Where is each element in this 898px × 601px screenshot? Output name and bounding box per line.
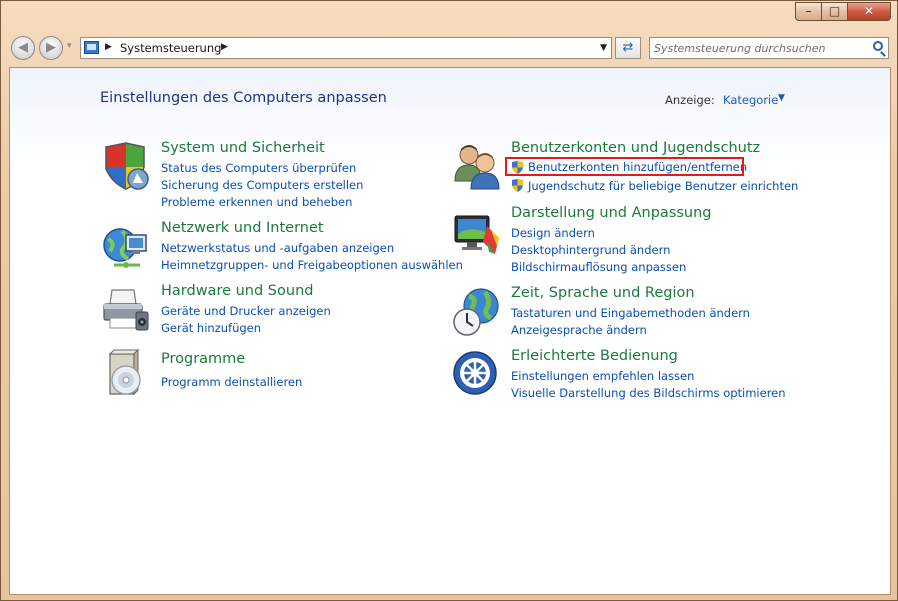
category-heading-network-internet[interactable]: Netzwerk und Internet (161, 220, 324, 236)
caption-buttons: – □ ✕ (795, 2, 891, 21)
refresh-button[interactable]: ⇄ (615, 37, 641, 59)
close-button[interactable]: ✕ (847, 2, 891, 21)
network-icon[interactable] (100, 221, 152, 273)
chevron-down-icon[interactable]: ▼ (778, 93, 785, 103)
display-icon[interactable] (451, 208, 503, 260)
link-display-language[interactable]: Anzeigesprache ändern (511, 323, 647, 337)
navigation-bar: ◀ ▶ ▾ ▶ Systemsteuerung ▶ ▼ ⇄ (9, 35, 889, 63)
breadcrumb-separator-icon[interactable]: ▶ (105, 42, 112, 52)
recent-pages-dropdown[interactable]: ▾ (67, 41, 72, 51)
category-heading-user-accounts[interactable]: Benutzerkonten und Jugendschutz (511, 140, 760, 156)
address-bar[interactable]: ▶ Systemsteuerung ▶ ▼ (80, 37, 612, 59)
category-heading-system-security[interactable]: System und Sicherheit (161, 140, 325, 156)
search-input[interactable] (654, 40, 862, 56)
minimize-button[interactable]: – (795, 2, 821, 21)
search-icon[interactable] (873, 41, 883, 51)
printer-icon[interactable] (100, 284, 152, 336)
breadcrumb-separator-icon[interactable]: ▶ (221, 42, 228, 52)
control-panel-icon (84, 41, 99, 54)
globe-clock-icon[interactable] (451, 286, 503, 338)
link-uninstall-program[interactable]: Programm deinstallieren (161, 375, 302, 389)
category-heading-ease-of-access[interactable]: Erleichterte Bedienung (511, 348, 678, 364)
category-heading-hardware-sound[interactable]: Hardware und Sound (161, 283, 313, 299)
uac-shield-icon (512, 179, 523, 192)
highlight-box (505, 157, 744, 176)
link-devices-printers[interactable]: Geräte und Drucker anzeigen (161, 304, 331, 318)
link-screen-resolution[interactable]: Bildschirmauflösung anpassen (511, 260, 686, 274)
link-change-theme[interactable]: Design ändern (511, 226, 595, 240)
link-recommend-settings[interactable]: Einstellungen empfehlen lassen (511, 369, 694, 383)
category-heading-appearance[interactable]: Darstellung und Anpassung (511, 205, 712, 221)
link-check-status[interactable]: Status des Computers überprüfen (161, 161, 356, 175)
link-optimize-visual-display[interactable]: Visuelle Darstellung des Bildschirms opt… (511, 386, 786, 400)
link-homegroup[interactable]: Heimnetzgruppen- und Freigabeoptionen au… (161, 258, 463, 272)
page-title: Einstellungen des Computers anpassen (100, 90, 387, 106)
link-backup[interactable]: Sicherung des Computers erstellen (161, 178, 363, 192)
users-icon[interactable] (451, 141, 503, 193)
link-network-status[interactable]: Netzwerkstatus und -aufgaben anzeigen (161, 241, 394, 255)
address-dropdown-icon[interactable]: ▼ (600, 43, 607, 53)
search-box[interactable] (649, 37, 889, 59)
link-keyboards-input[interactable]: Tastaturen und Eingabemethoden ändern (511, 306, 750, 320)
category-heading-clock-language-region[interactable]: Zeit, Sprache und Region (511, 285, 695, 301)
link-add-device[interactable]: Gerät hinzufügen (161, 321, 261, 335)
accessibility-icon[interactable] (451, 349, 503, 401)
content-pane: Einstellungen des Computers anpassen Anz… (9, 67, 891, 595)
maximize-button[interactable]: □ (821, 2, 847, 21)
link-parental-controls[interactable]: Jugendschutz für beliebige Benutzer einr… (528, 179, 798, 193)
back-button[interactable]: ◀ (11, 36, 35, 60)
forward-button[interactable]: ▶ (39, 36, 63, 60)
view-mode-dropdown[interactable]: Kategorie (723, 93, 778, 107)
shield-icon[interactable] (100, 141, 152, 193)
link-troubleshoot[interactable]: Probleme erkennen und beheben (161, 195, 352, 209)
category-heading-programs[interactable]: Programme (161, 351, 245, 367)
link-desktop-background[interactable]: Desktophintergrund ändern (511, 243, 670, 257)
window-frame: – □ ✕ ◀ ▶ ▾ ▶ Systemsteuerung ▶ ▼ ⇄ Eins… (0, 0, 898, 601)
view-label: Anzeige: (665, 93, 715, 107)
programs-icon[interactable] (100, 348, 152, 400)
breadcrumb-control-panel[interactable]: Systemsteuerung (120, 41, 221, 55)
